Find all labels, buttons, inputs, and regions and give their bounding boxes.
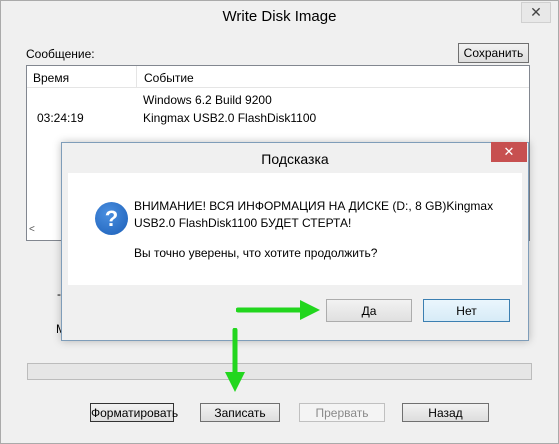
main-titlebar: Write Disk Image ✕ (1, 1, 558, 32)
log-row-time: 03:24:19 (37, 111, 84, 125)
yes-button[interactable]: Да (326, 299, 412, 322)
window-title: Write Disk Image (222, 8, 337, 25)
message-label: Сообщение: (26, 47, 95, 61)
column-header-event[interactable]: Событие (144, 71, 194, 85)
log-row-event: Kingmax USB2.0 FlashDisk1100 (143, 111, 317, 125)
dialog-title: Подсказка (261, 151, 329, 167)
back-button[interactable]: Назад (402, 403, 489, 422)
dialog-warning-text: ВНИМАНИЕ! ВСЯ ИНФОРМАЦИЯ НА ДИСКЕ (D:, 8… (134, 199, 494, 230)
format-button[interactable]: Форматировать (90, 403, 178, 422)
dialog-close-icon[interactable]: ✕ (491, 142, 527, 162)
log-row-event: Windows 6.2 Build 9200 (143, 93, 272, 107)
write-button[interactable]: Записать (200, 403, 280, 422)
save-button[interactable]: Сохранить (458, 43, 529, 63)
column-divider (136, 66, 137, 88)
progress-bar (27, 363, 532, 380)
dialog-body: ? ВНИМАНИЕ! ВСЯ ИНФОРМАЦИЯ НА ДИСКЕ (D:,… (68, 173, 522, 285)
scroll-left-icon[interactable]: < (29, 224, 35, 235)
log-header: Время Событие (27, 66, 529, 88)
dialog-titlebar: Подсказка ✕ (62, 142, 528, 173)
abort-button: Прервать (299, 403, 385, 422)
pointer-arrow-down-icon (225, 328, 245, 392)
no-button[interactable]: Нет (423, 299, 510, 322)
question-icon: ? (95, 202, 128, 235)
close-icon[interactable]: ✕ (521, 2, 551, 23)
dialog-question-text: Вы точно уверены, что хотите продолжить? (134, 246, 378, 260)
pointer-arrow-right-icon (236, 300, 320, 320)
column-header-time[interactable]: Время (33, 71, 69, 85)
